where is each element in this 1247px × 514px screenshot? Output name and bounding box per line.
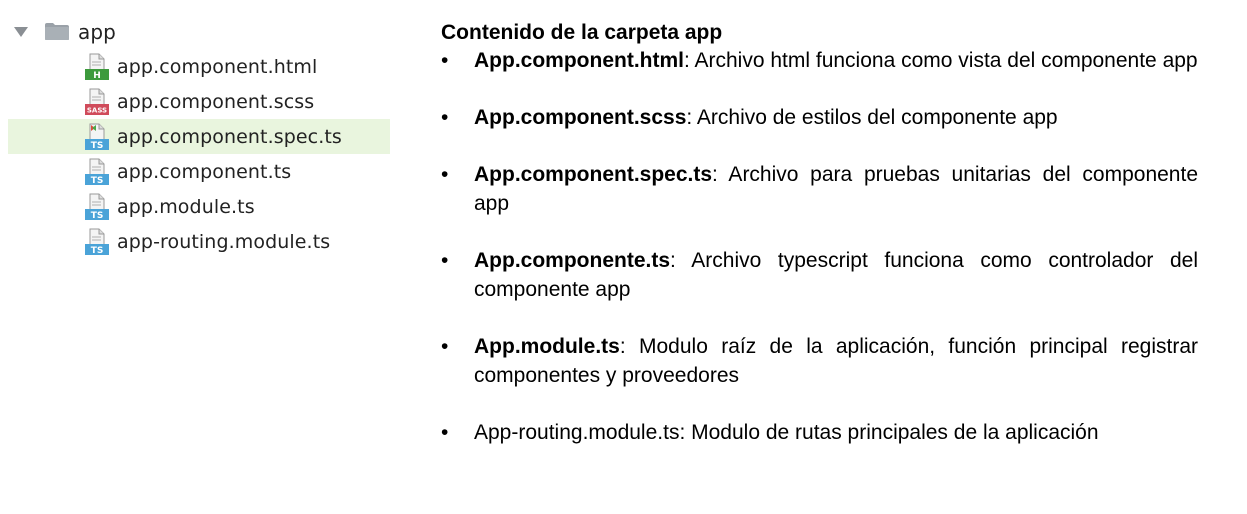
- folder-contents-description: Contenido de la carpeta app • App.compone…: [441, 20, 1198, 447]
- bullet: •: [441, 49, 449, 72]
- project-file-tree: app H app.component.html SASS app.compon…: [0, 14, 400, 259]
- file-label: app.component.spec.ts: [117, 125, 342, 148]
- tree-file-app-component-html[interactable]: H app.component.html: [8, 49, 390, 84]
- bullet: •: [441, 106, 449, 129]
- item-name: App.component.spec.ts: [474, 163, 713, 186]
- tree-file-app-routing-module-ts[interactable]: TS app-routing.module.ts: [8, 224, 390, 259]
- description-item-component-ts: • App.componente.ts: Archivo typescript f…: [441, 246, 1198, 304]
- folder-icon: [44, 22, 70, 41]
- folder-label: app: [78, 19, 116, 44]
- ts-badge-text: TS: [91, 211, 104, 221]
- sass-file-icon: SASS: [84, 88, 110, 116]
- item-name: App.component.html: [474, 49, 684, 72]
- ts-file-icon: TS: [84, 228, 110, 256]
- tree-file-app-module-ts[interactable]: TS app.module.ts: [8, 189, 390, 224]
- description-item-spec-ts: • App.component.spec.ts: Archivo para pru…: [441, 160, 1198, 218]
- description-title: Contenido de la carpeta app: [441, 21, 723, 44]
- ts-spec-file-icon: TS: [84, 123, 110, 151]
- description-list: • App.component.html: Archivo html funcio…: [441, 46, 1198, 447]
- file-label: app-routing.module.ts: [117, 230, 331, 253]
- description-item-html: • App.component.html: Archivo html funcio…: [441, 46, 1198, 75]
- tree-folder-app[interactable]: app: [0, 14, 400, 49]
- tree-file-app-component-ts[interactable]: TS app.component.ts: [8, 154, 390, 189]
- item-name: App.componente.ts: [474, 249, 671, 272]
- tree-file-app-component-spec-ts[interactable]: TS app.component.spec.ts: [8, 119, 390, 154]
- file-label: app.component.ts: [117, 160, 292, 183]
- item-name: App-routing.module.ts: [474, 421, 680, 444]
- item-name: App.component.scss: [474, 106, 687, 129]
- sass-badge-text: SASS: [87, 106, 107, 114]
- description-item-scss: • App.component.scss: Archivo de estilos …: [441, 103, 1198, 132]
- bullet: •: [441, 421, 449, 444]
- item-text: : Archivo de estilos del componente app: [686, 106, 1058, 129]
- bullet: •: [441, 249, 449, 272]
- description-item-module-ts: • App.module.ts: Modulo raíz de la aplica…: [441, 332, 1198, 390]
- ts-badge-text: TS: [91, 246, 104, 256]
- file-label: app.module.ts: [117, 195, 255, 218]
- bullet: •: [441, 335, 449, 358]
- ts-file-icon: TS: [84, 158, 110, 186]
- disclosure-triangle-icon[interactable]: [14, 26, 28, 37]
- item-text: : Archivo html funciona como vista del c…: [683, 49, 1198, 72]
- ts-badge-text: TS: [91, 176, 104, 186]
- item-text: : Modulo de rutas principales de la apli…: [679, 421, 1099, 444]
- ts-badge-text: TS: [91, 141, 104, 151]
- tree-file-app-component-scss[interactable]: SASS app.component.scss: [8, 84, 390, 119]
- file-label: app.component.html: [117, 55, 318, 78]
- ts-file-icon: TS: [84, 193, 110, 221]
- description-item-routing-module-ts: • App-routing.module.ts: Modulo de rutas …: [441, 418, 1198, 447]
- item-name: App.module.ts: [474, 335, 620, 358]
- bullet: •: [441, 163, 449, 186]
- file-label: app.component.scss: [117, 90, 315, 113]
- html-badge-text: H: [93, 71, 101, 81]
- html-file-icon: H: [84, 53, 110, 81]
